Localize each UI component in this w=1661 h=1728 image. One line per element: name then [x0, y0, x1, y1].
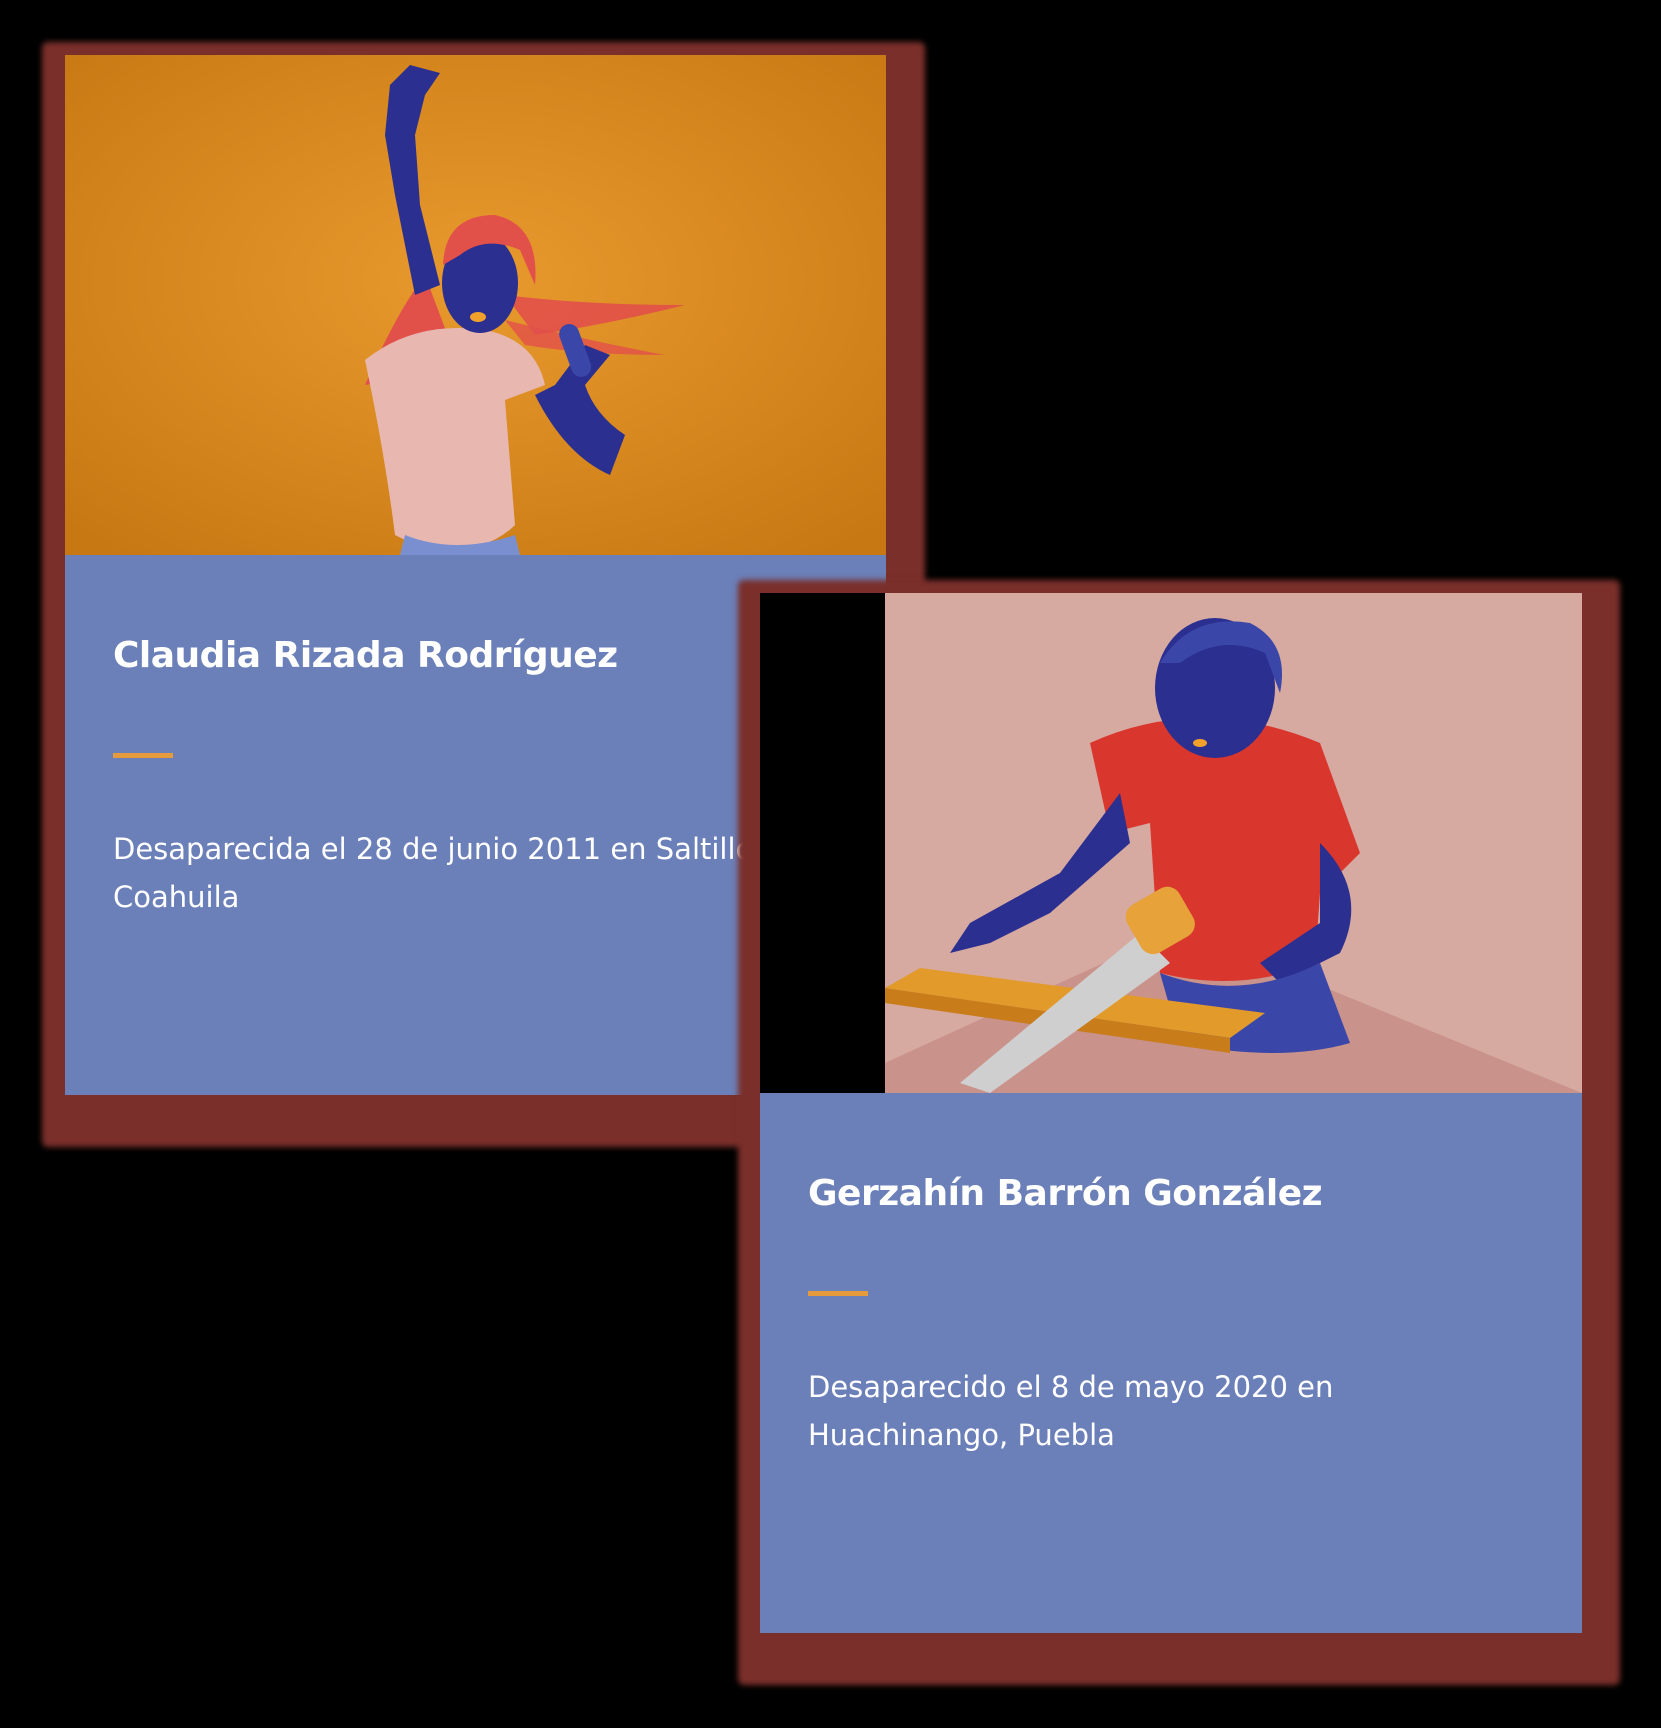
card-description: Desaparecida el 28 de junio 2011 en Salt… [113, 832, 763, 914]
card-description: Desaparecido el 8 de mayo 2020 en Huachi… [808, 1370, 1334, 1452]
card-title: Claudia Rizada Rodríguez [113, 635, 618, 676]
title-accent-rule [808, 1291, 868, 1296]
profile-card-gerzahin[interactable]: Gerzahín Barrón González Desaparecido el… [760, 593, 1582, 1633]
card-title: Gerzahín Barrón González [808, 1173, 1323, 1214]
illustration-man-sawing [760, 593, 1582, 1093]
title-accent-rule [113, 753, 173, 758]
illustration-woman-singing [65, 55, 886, 555]
